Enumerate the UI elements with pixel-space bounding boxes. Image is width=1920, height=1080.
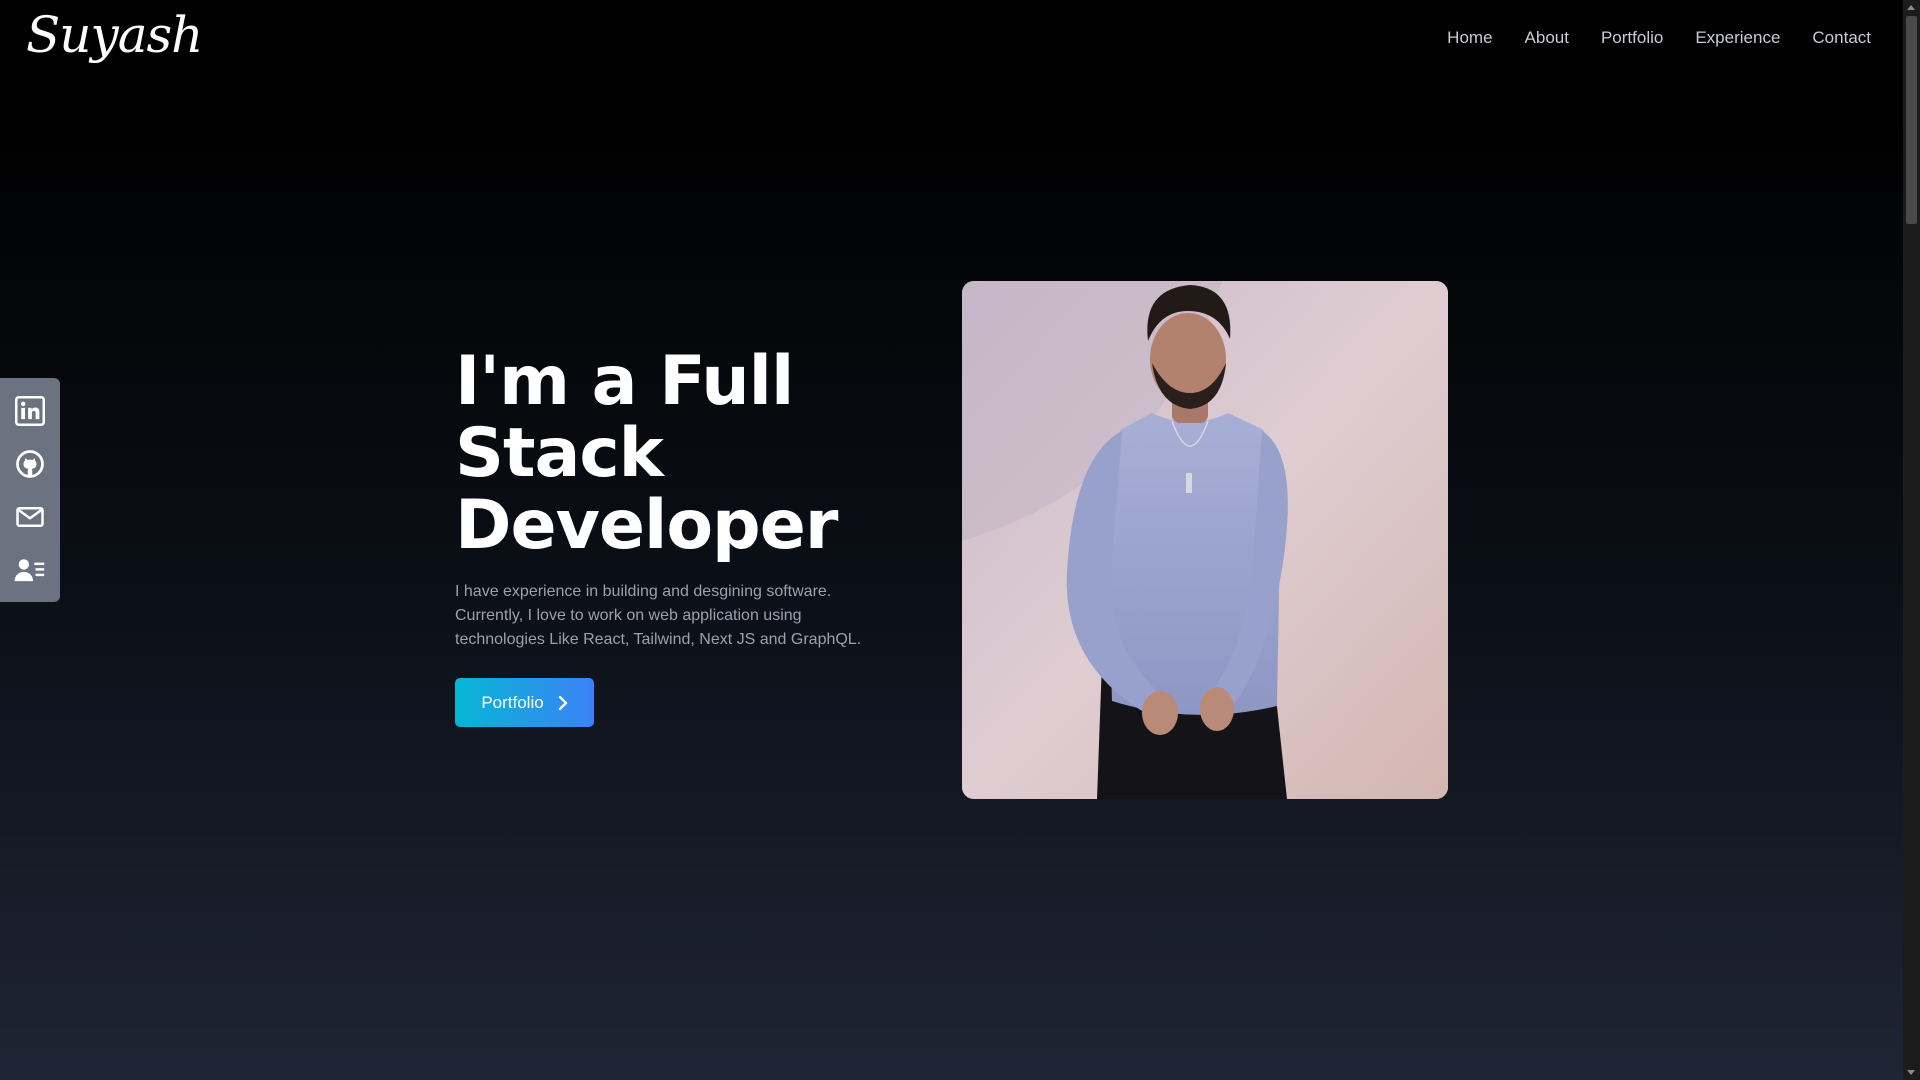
hero-section: I'm a Full Stack Developer I have experi… — [455, 346, 905, 727]
linkedin-icon — [15, 395, 45, 426]
scroll-up-icon[interactable] — [1907, 5, 1915, 10]
hero-title-line-2: Stack — [455, 414, 664, 493]
nav-home[interactable]: Home — [1447, 28, 1492, 48]
hero-description: I have experience in building and desgin… — [455, 583, 862, 648]
nav-contact[interactable]: Contact — [1812, 28, 1871, 48]
nav-about[interactable]: About — [1525, 28, 1569, 48]
resume-icon — [14, 558, 45, 581]
site-logo[interactable]: Suyash — [26, 6, 203, 64]
hero-title: I'm a Full Stack Developer — [455, 346, 905, 562]
portfolio-button[interactable]: Portfolio — [455, 678, 594, 727]
nav-portfolio[interactable]: Portfolio — [1601, 28, 1663, 48]
profile-photo-illustration — [962, 281, 1448, 799]
github-link[interactable] — [14, 448, 46, 480]
profile-photo — [962, 281, 1448, 799]
page-scrollbar[interactable] — [1903, 0, 1920, 1080]
social-sidebar — [0, 378, 60, 602]
nav-experience[interactable]: Experience — [1695, 28, 1780, 48]
main-nav: Home About Portfolio Experience Contact — [1447, 28, 1871, 48]
scroll-thumb[interactable] — [1906, 16, 1917, 224]
hero-title-line-3: Developer — [455, 486, 838, 565]
portfolio-button-label: Portfolio — [481, 692, 544, 712]
hero-title-line-1: I'm a Full — [455, 342, 794, 421]
resume-link[interactable] — [14, 554, 46, 586]
linkedin-link[interactable] — [14, 395, 46, 427]
chevron-right-icon — [558, 695, 567, 710]
scroll-down-icon[interactable] — [1907, 1070, 1915, 1075]
email-link[interactable] — [14, 501, 46, 533]
mail-icon — [16, 506, 44, 527]
github-icon — [16, 449, 44, 478]
